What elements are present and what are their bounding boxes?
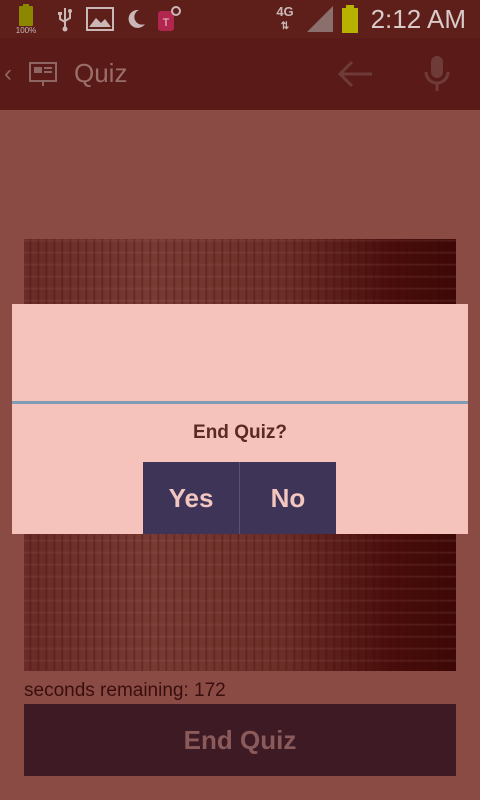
action-bar: ‹ Quiz <box>0 38 480 110</box>
back-chevron-icon[interactable]: ‹ <box>4 60 12 88</box>
dialog-message: End Quiz? <box>193 422 287 443</box>
tmobile-icon: T <box>156 4 182 34</box>
microphone-icon[interactable] <box>422 54 452 94</box>
no-button[interactable]: No <box>240 462 336 534</box>
svg-text:T: T <box>163 17 170 29</box>
back-arrow-icon[interactable] <box>336 56 376 92</box>
app-icon[interactable] <box>28 60 58 88</box>
usb-icon <box>54 4 76 34</box>
end-quiz-button[interactable]: End Quiz <box>24 704 456 776</box>
network-type-label: 4G ⇅ <box>276 4 294 32</box>
yes-button[interactable]: Yes <box>143 462 239 534</box>
confirm-dialog: End Quiz? Yes No <box>12 304 468 534</box>
gallery-icon <box>86 4 114 34</box>
dialog-divider <box>12 401 468 404</box>
seconds-remaining-label: seconds remaining: 172 <box>24 680 226 701</box>
svg-text:100%: 100% <box>16 26 36 34</box>
status-bar: 100% T 4G ⇅ 2:12 AM <box>0 0 480 38</box>
moon-icon <box>124 4 148 34</box>
dialog-title-area <box>12 304 468 400</box>
clock: 2:12 AM <box>370 4 466 34</box>
battery-small-icon: 100% <box>14 4 38 34</box>
signal-icon <box>304 4 336 34</box>
battery-icon <box>339 4 361 34</box>
page-title: Quiz <box>74 58 128 88</box>
